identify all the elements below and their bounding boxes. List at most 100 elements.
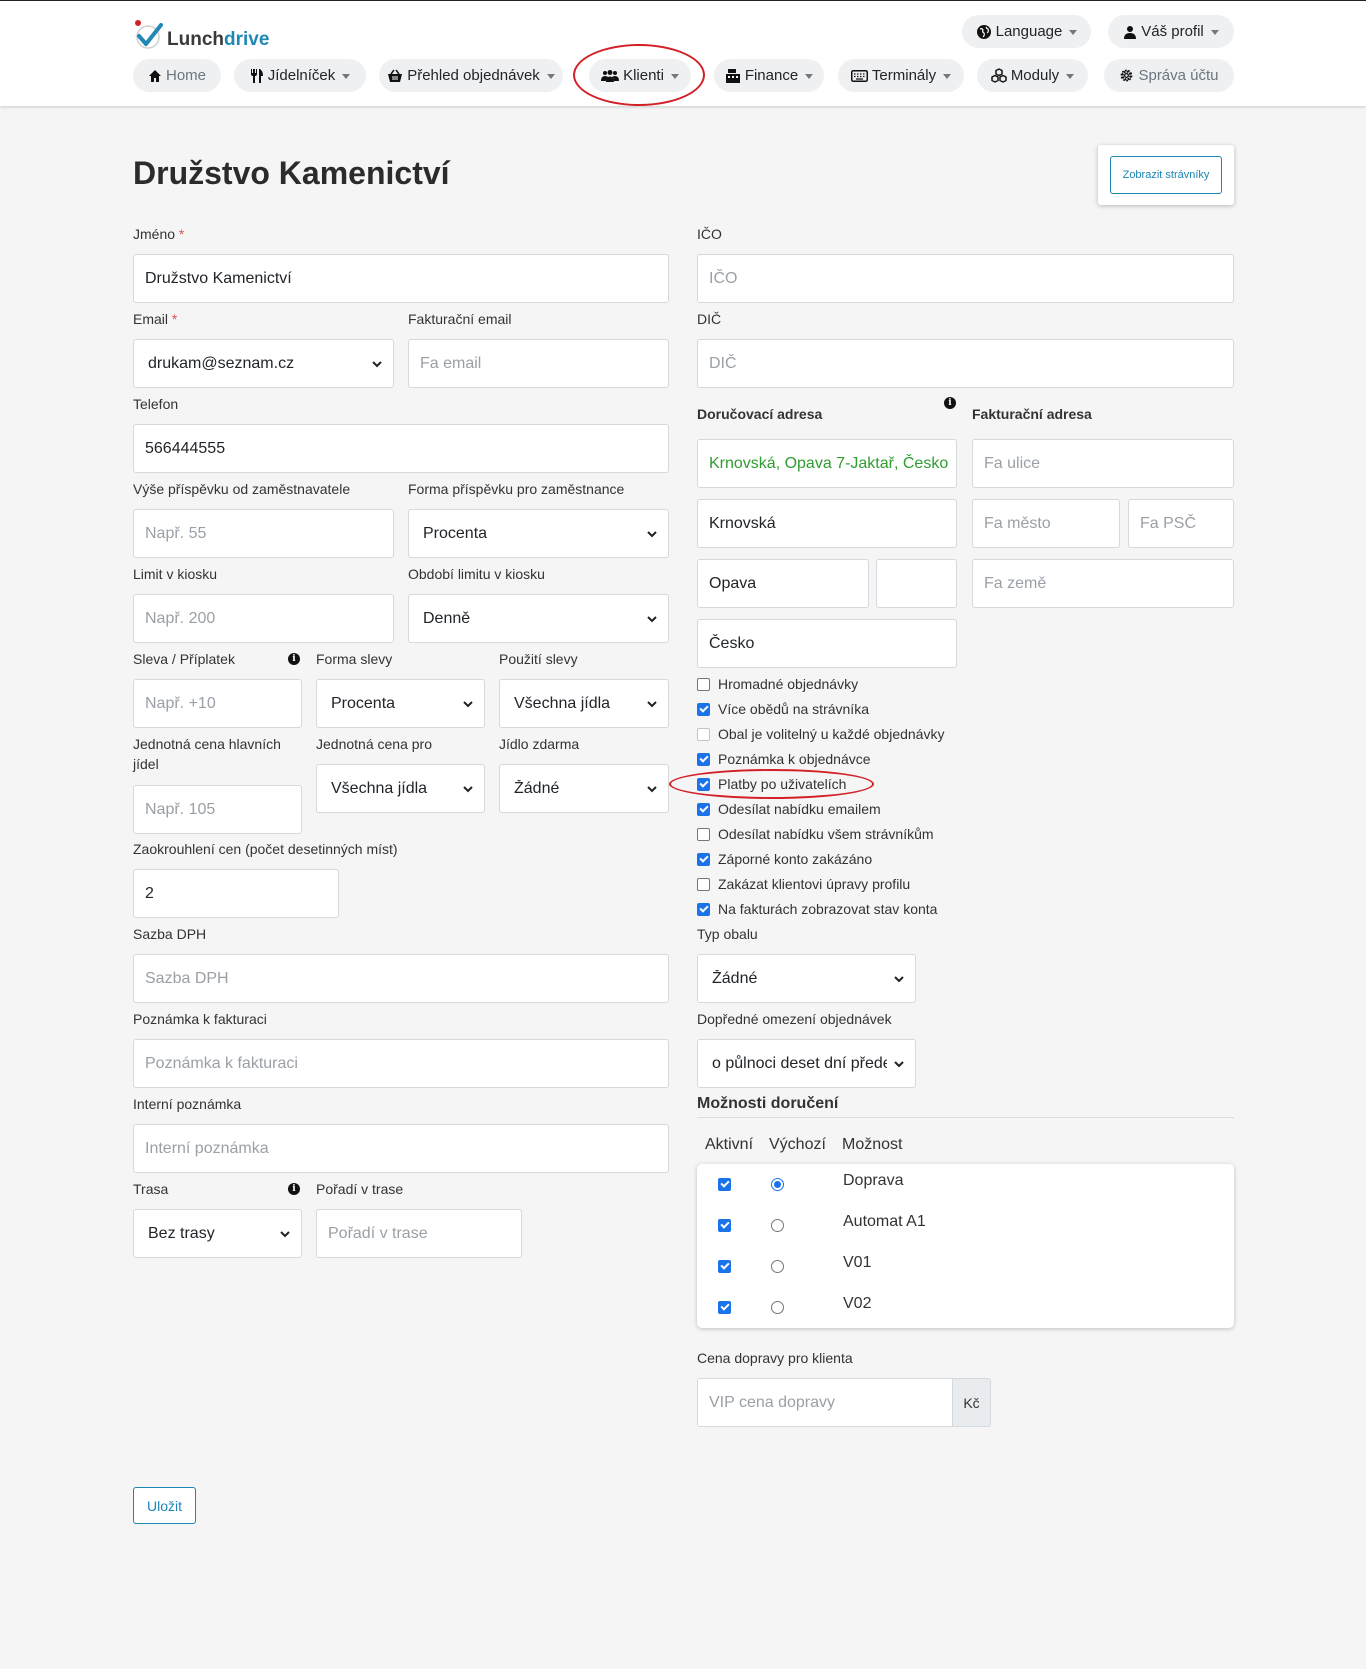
save-button[interactable]: Uložit	[133, 1487, 196, 1524]
free-meal-select[interactable]: Žádné	[499, 764, 669, 813]
logo-icon	[133, 19, 165, 51]
discount-form-label: Forma slevy	[316, 651, 393, 667]
unit-price-main-input[interactable]: Např. 105	[133, 785, 302, 834]
discount-use-select[interactable]: Všechna jídla	[499, 679, 669, 728]
discount-input[interactable]: Např. +10	[133, 679, 302, 728]
checkbox-checked[interactable]	[697, 852, 710, 866]
chevron-down-icon	[372, 360, 382, 367]
language-dropdown[interactable]: Language	[962, 15, 1091, 48]
nav-klienti[interactable]: Klienti	[589, 59, 691, 92]
nav-sprava-uctu[interactable]: Správa účtu	[1104, 59, 1234, 92]
employer-contribution-input[interactable]: Např. 55	[133, 509, 394, 558]
rounding-label: Zaokrouhlení cen (počet desetinných míst…	[133, 841, 398, 857]
default-radio[interactable]	[771, 1260, 784, 1273]
kiosk-limit-label: Limit v kiosku	[133, 566, 218, 582]
billing-email-input[interactable]: Fa email	[408, 339, 669, 388]
default-radio[interactable]	[771, 1178, 784, 1191]
invoice-note-input[interactable]: Poznámka k fakturaci	[133, 1039, 669, 1088]
checkbox-checked[interactable]	[697, 752, 710, 766]
active-checkbox[interactable]	[718, 1178, 731, 1191]
name-label: Jméno *	[133, 226, 185, 242]
nav-moduly[interactable]: Moduly	[977, 59, 1088, 92]
users-icon	[601, 69, 620, 82]
discount-form-select[interactable]: Procenta	[316, 679, 485, 728]
billing-street-input[interactable]: Fa ulice	[972, 439, 1234, 488]
delivery-street-input[interactable]: Krnovská	[697, 499, 957, 548]
checkbox-poznamka-k-objednavce[interactable]: Poznámka k objednávce	[697, 749, 871, 769]
brand-logo[interactable]: Lunchdrive	[133, 19, 269, 51]
route-order-label: Pořadí v trase	[316, 1181, 404, 1197]
nav-home[interactable]: Home	[133, 59, 221, 92]
checkbox[interactable]	[697, 677, 710, 691]
email-select[interactable]: drukam@seznam.cz	[133, 339, 394, 388]
default-radio[interactable]	[771, 1301, 784, 1314]
name-input[interactable]: Družstvo Kamenictví	[133, 254, 669, 303]
order-limit-select[interactable]: o půlnoci deset dní předem	[697, 1039, 916, 1088]
table-row: Automat A1	[697, 1205, 1234, 1246]
checkbox[interactable]	[697, 877, 710, 891]
phone-input[interactable]: 566444555	[133, 424, 669, 473]
kiosk-period-select[interactable]: Denně	[408, 594, 669, 643]
checkbox-checked[interactable]	[697, 902, 710, 916]
delivery-city-input[interactable]: Opava	[697, 559, 869, 608]
vat-input[interactable]: Sazba DPH	[133, 954, 669, 1003]
route-order-input[interactable]: Pořadí v trase	[316, 1209, 522, 1258]
nav-jidelnicek[interactable]: Jídelníček	[234, 59, 366, 92]
delivery-address-label: Doručovací adresa	[697, 406, 823, 422]
billing-email-label: Fakturační email	[408, 311, 512, 327]
contribution-form-select[interactable]: Procenta	[408, 509, 669, 558]
cash-register-icon	[725, 68, 741, 84]
checkbox-zaporne-konto[interactable]: Záporné konto zakázáno	[697, 849, 872, 869]
profile-dropdown[interactable]: Váš profil	[1108, 15, 1234, 48]
nav-prehled-objednavek[interactable]: Přehled objednávek	[379, 59, 563, 92]
chevron-down-icon	[647, 530, 657, 537]
active-checkbox[interactable]	[718, 1219, 731, 1232]
unit-price-for-select[interactable]: Všechna jídla	[316, 764, 485, 813]
active-checkbox[interactable]	[718, 1301, 731, 1314]
chevron-down-icon	[647, 785, 657, 792]
checkbox-zakazat-upravy-profilu[interactable]: Zakázat klientovi úpravy profilu	[697, 874, 910, 894]
checkbox-checked[interactable]	[697, 802, 710, 816]
rounding-input[interactable]: 2	[133, 869, 339, 918]
info-icon[interactable]: i	[944, 397, 956, 409]
discount-use-label: Použití slevy	[499, 651, 578, 667]
package-type-label: Typ obalu	[697, 926, 758, 942]
basket-icon	[387, 69, 403, 83]
table-row: V02	[697, 1287, 1234, 1328]
currency-addon: Kč	[952, 1378, 991, 1427]
delivery-zip-input[interactable]	[876, 559, 957, 608]
column-header-moznost: Možnost	[842, 1136, 903, 1153]
delivery-price-input[interactable]: VIP cena dopravy	[697, 1378, 953, 1427]
route-select[interactable]: Bez trasy	[133, 1209, 302, 1258]
default-radio[interactable]	[771, 1219, 784, 1232]
billing-zip-input[interactable]: Fa PSČ	[1128, 499, 1234, 548]
package-type-select[interactable]: Žádné	[697, 954, 916, 1003]
billing-city-input[interactable]: Fa město	[972, 499, 1120, 548]
brand-name: Lunchdrive	[167, 29, 270, 50]
ico-input[interactable]: IČO	[697, 254, 1234, 303]
checkbox-platby-po-uzivatelich[interactable]: Platby po uživatelích	[697, 774, 846, 794]
checkbox-checked[interactable]	[697, 777, 710, 791]
checkbox-odesilat-nabidku-vsem[interactable]: Odesílat nabídku všem strávníkům	[697, 824, 934, 844]
kiosk-limit-input[interactable]: Např. 200	[133, 594, 394, 643]
billing-country-input[interactable]: Fa země	[972, 559, 1234, 608]
chevron-down-icon	[894, 1060, 904, 1067]
internal-note-input[interactable]: Interní poznámka	[133, 1124, 669, 1173]
free-meal-label: Jídlo zdarma	[499, 736, 580, 752]
show-diners-button[interactable]: Zobrazit strávníky	[1110, 156, 1222, 194]
info-icon[interactable]: i	[288, 1183, 300, 1195]
dic-input[interactable]: DIČ	[697, 339, 1234, 388]
nav-finance[interactable]: Finance	[714, 59, 824, 92]
checkbox-hromadne-objednavky[interactable]: Hromadné objednávky	[697, 674, 858, 694]
checkbox-odesilat-nabidku-emailem[interactable]: Odesílat nabídku emailem	[697, 799, 881, 819]
info-icon[interactable]: i	[288, 653, 300, 665]
checkbox[interactable]	[697, 827, 710, 841]
chevron-down-icon	[280, 1230, 290, 1237]
delivery-country-input[interactable]: Česko	[697, 619, 957, 668]
checkbox-stav-konta-na-fakturach[interactable]: Na fakturách zobrazovat stav konta	[697, 899, 937, 919]
checkbox-vice-obedu[interactable]: Více obědů na strávníka	[697, 699, 869, 719]
nav-terminaly[interactable]: Terminály	[838, 59, 964, 92]
checkbox-checked[interactable]	[697, 702, 710, 716]
active-checkbox[interactable]	[718, 1260, 731, 1273]
delivery-address-autocomplete[interactable]: Krnovská, Opava 7-Jaktař, Česko	[697, 439, 957, 488]
